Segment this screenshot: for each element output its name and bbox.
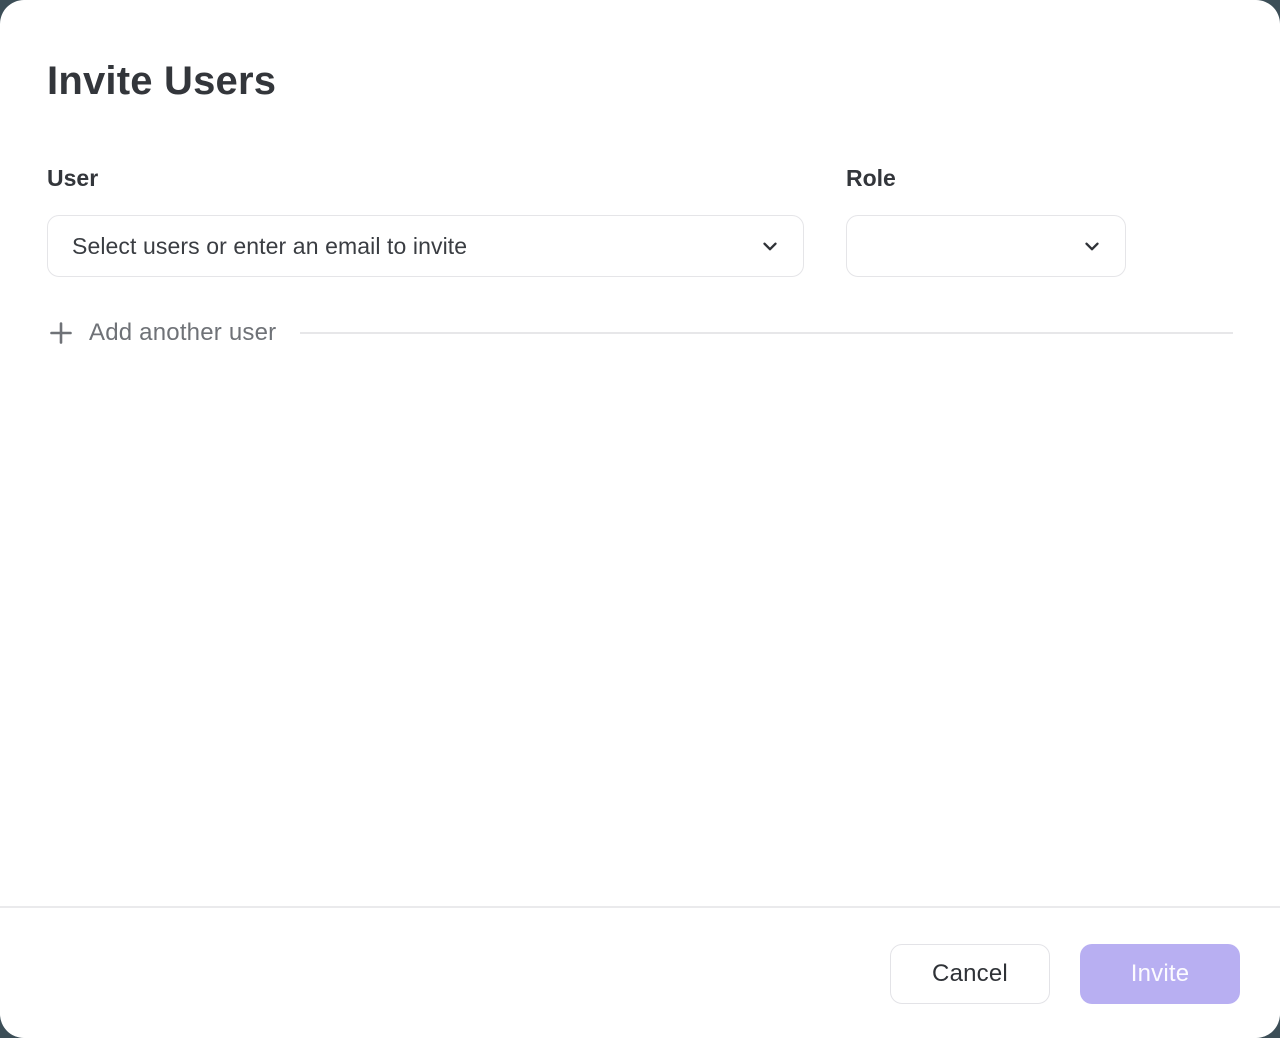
- page-title: Invite Users: [47, 57, 1233, 105]
- invite-button[interactable]: Invite: [1080, 944, 1240, 1004]
- user-field-label: User: [47, 163, 804, 193]
- plus-icon: [47, 319, 75, 347]
- add-row-divider: [300, 332, 1233, 334]
- modal-footer: Cancel Invite: [0, 906, 1280, 1038]
- invite-users-modal: Invite Users User Select users or enter …: [0, 0, 1280, 1038]
- role-select[interactable]: [846, 215, 1126, 277]
- chevron-down-icon: [1081, 235, 1103, 257]
- add-another-user-row: Add another user: [47, 319, 1233, 348]
- user-select[interactable]: Select users or enter an email to invite: [47, 215, 804, 277]
- cancel-button[interactable]: Cancel: [890, 944, 1050, 1004]
- modal-backdrop: Invite Users User Select users or enter …: [0, 0, 1280, 1038]
- add-another-user-button[interactable]: Add another user: [47, 319, 276, 348]
- modal-body: Invite Users User Select users or enter …: [0, 0, 1280, 906]
- role-field: Role: [846, 163, 1126, 277]
- user-field: User Select users or enter an email to i…: [47, 163, 804, 277]
- chevron-down-icon: [759, 235, 781, 257]
- invite-form-row: User Select users or enter an email to i…: [47, 163, 1233, 277]
- user-select-placeholder: Select users or enter an email to invite: [72, 233, 467, 260]
- add-another-user-label: Add another user: [89, 319, 276, 348]
- role-field-label: Role: [846, 163, 1126, 193]
